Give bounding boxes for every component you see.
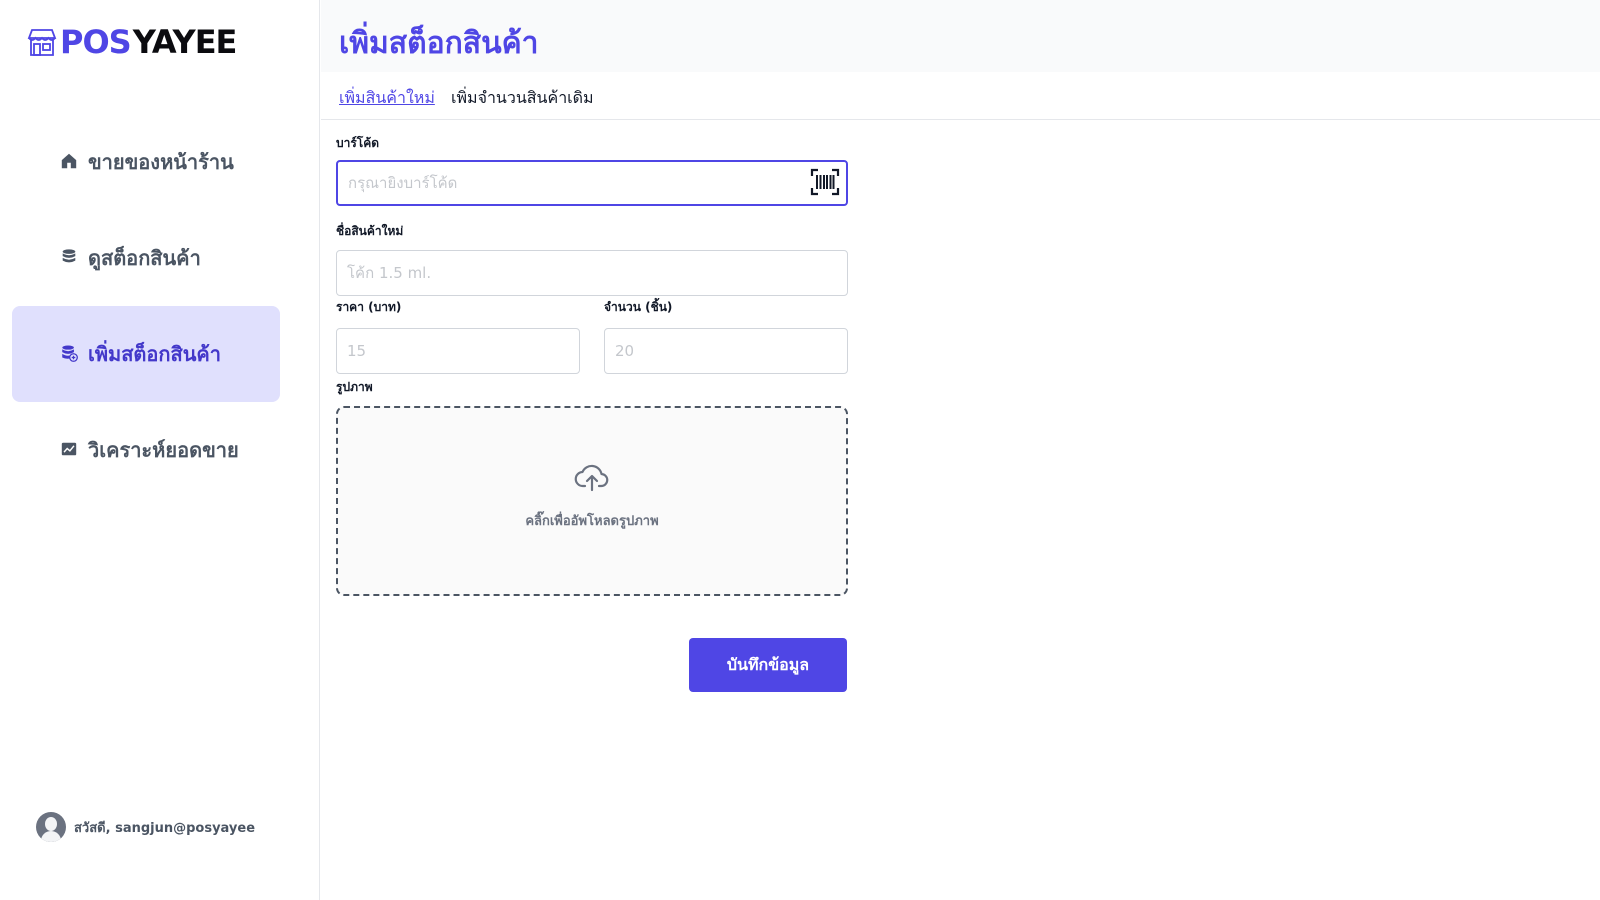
database-icon <box>60 248 80 268</box>
brand-name-part1: POS <box>60 23 132 61</box>
user-info[interactable]: สวัสดี, sangjun@posyayee <box>36 812 255 842</box>
tab-add-new-product[interactable]: เพิ่มสินค้าใหม่ <box>339 86 435 111</box>
sidebar-item-analytics[interactable]: วิเคราะห์ยอดขาย <box>12 402 280 498</box>
sidebar-item-label: เพิ่มสต็อกสินค้า <box>88 342 222 366</box>
brand-name-part2: YAYEE <box>132 23 238 61</box>
avatar <box>36 812 66 842</box>
barcode-scan-icon[interactable] <box>810 168 840 196</box>
price-input[interactable] <box>336 328 580 374</box>
quantity-label: จำนวน (ชิ้น) <box>604 300 673 314</box>
barcode-input[interactable] <box>336 160 848 206</box>
store-icon <box>27 29 57 56</box>
barcode-label: บาร์โค้ด <box>336 136 380 150</box>
cloud-upload-icon <box>574 464 609 492</box>
page-title: เพิ่มสต็อกสินค้า <box>339 26 539 61</box>
user-greeting: สวัสดี, sangjun@posyayee <box>74 820 256 836</box>
sidebar-item-view-stock[interactable]: ดูสต็อกสินค้า <box>12 210 280 306</box>
sidebar-item-label: ขายของหน้าร้าน <box>88 150 234 174</box>
sidebar-nav: ขายของหน้าร้าน ดูสต็อกสินค้า เพิ่มสต็อกส… <box>12 114 280 498</box>
price-label: ราคา (บาท) <box>336 300 402 314</box>
product-name-input[interactable] <box>336 250 848 296</box>
image-label: รูปภาพ <box>336 380 373 394</box>
tab-bar: เพิ่มสินค้าใหม่ เพิ่มจำนวนสินค้าเดิม <box>321 72 1600 120</box>
save-button[interactable]: บันทึกข้อมูล <box>689 638 847 692</box>
sidebar-item-add-stock[interactable]: เพิ่มสต็อกสินค้า <box>12 306 280 402</box>
sidebar-item-storefront[interactable]: ขายของหน้าร้าน <box>12 114 280 210</box>
image-upload-dropzone[interactable]: คลิ๊กเพื่ออัพโหลดรูปภาพ <box>336 406 848 596</box>
brand-logo[interactable]: POS YAYEE <box>26 22 238 62</box>
quantity-input[interactable] <box>604 328 848 374</box>
sidebar-item-label: ดูสต็อกสินค้า <box>88 246 201 270</box>
home-icon <box>60 152 80 172</box>
tab-add-existing-quantity[interactable]: เพิ่มจำนวนสินค้าเดิม <box>451 86 594 111</box>
upload-instruction: คลิ๊กเพื่ออัพโหลดรูปภาพ <box>525 514 659 529</box>
page-header: เพิ่มสต็อกสินค้า <box>321 0 1600 72</box>
chart-icon <box>60 440 80 460</box>
product-name-label: ชื่อสินค้าใหม่ <box>336 224 404 238</box>
sidebar: POS YAYEE ขายของหน้าร้าน ดูสต็อกสินค้า เ… <box>0 0 320 900</box>
database-add-icon <box>60 344 80 364</box>
sidebar-item-label: วิเคราะห์ยอดขาย <box>88 438 239 462</box>
